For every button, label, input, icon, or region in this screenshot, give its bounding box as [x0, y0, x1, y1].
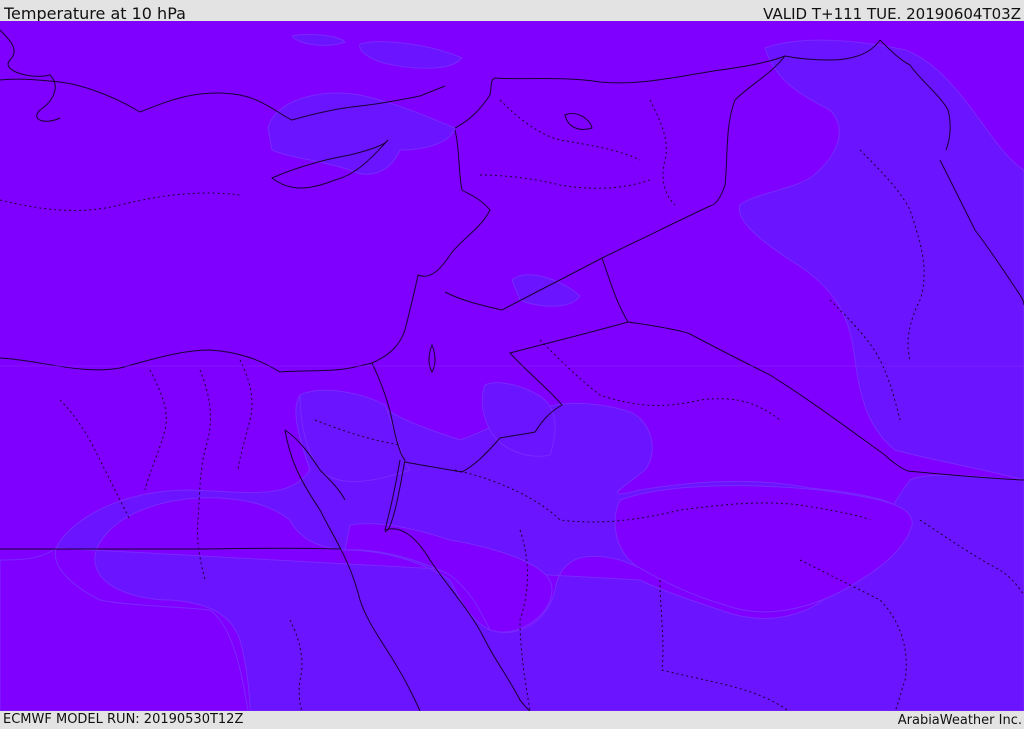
map-canvas[interactable]	[0, 21, 1024, 711]
weather-map-page: Temperature at 10 hPa VALID T+111 TUE. 2…	[0, 0, 1024, 729]
map-svg	[0, 21, 1024, 711]
model-run-label: ECMWF MODEL RUN: 20190530T12Z	[3, 712, 244, 727]
credit-label: ArabiaWeather Inc.	[897, 713, 1022, 728]
